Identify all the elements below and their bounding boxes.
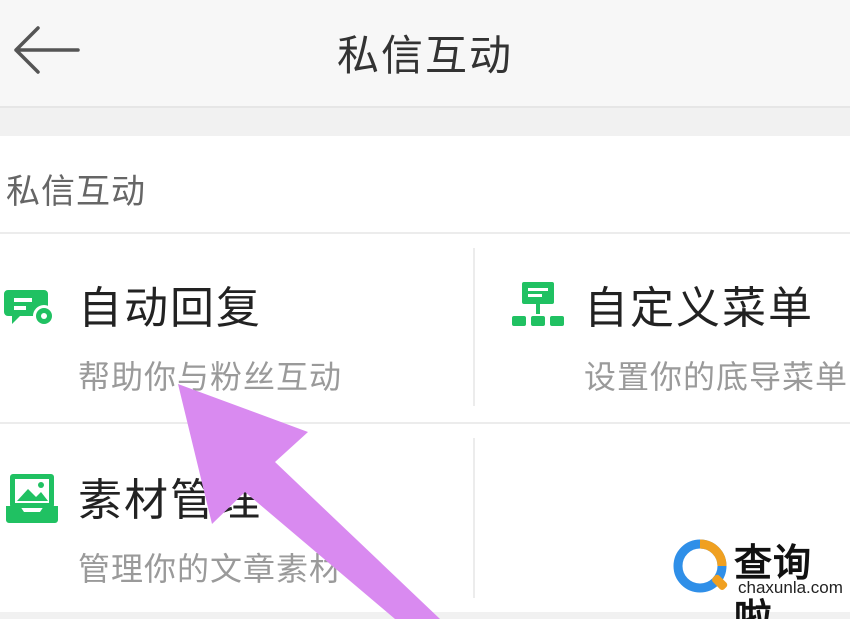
watermark: 查询啦 chaxunla.com xyxy=(668,528,850,619)
top-nav-bar: 私信互动 xyxy=(0,0,850,108)
tile-custom-menu[interactable]: 自定义菜单 设置你的底导菜单 xyxy=(510,278,850,398)
image-tray-icon xyxy=(4,470,60,526)
tile-description: 帮助你与粉丝互动 xyxy=(78,358,343,396)
page-title: 私信互动 xyxy=(336,31,513,80)
watermark-domain: chaxunla.com xyxy=(738,578,843,597)
divider xyxy=(0,232,850,234)
tile-description: 管理你的文章素材 xyxy=(78,550,343,588)
search-logo-icon xyxy=(673,539,728,593)
tile-description: 设置你的底导菜单 xyxy=(584,358,849,396)
menu-tree-icon xyxy=(510,278,566,334)
chat-gear-icon xyxy=(4,278,60,334)
tile-auto-reply[interactable]: 自动回复 帮助你与粉丝互动 xyxy=(4,278,464,398)
tile-material-management[interactable]: 素材管理 管理你的文章素材 xyxy=(4,470,464,590)
tile-name: 自动回复 xyxy=(78,283,262,334)
divider xyxy=(473,438,475,598)
tile-name: 素材管理 xyxy=(78,475,262,526)
tile-name: 自定义菜单 xyxy=(584,283,814,334)
watermark-text: 查询啦 xyxy=(734,541,813,619)
divider xyxy=(473,248,475,406)
divider xyxy=(0,422,850,424)
section-title: 私信互动 xyxy=(6,172,146,212)
